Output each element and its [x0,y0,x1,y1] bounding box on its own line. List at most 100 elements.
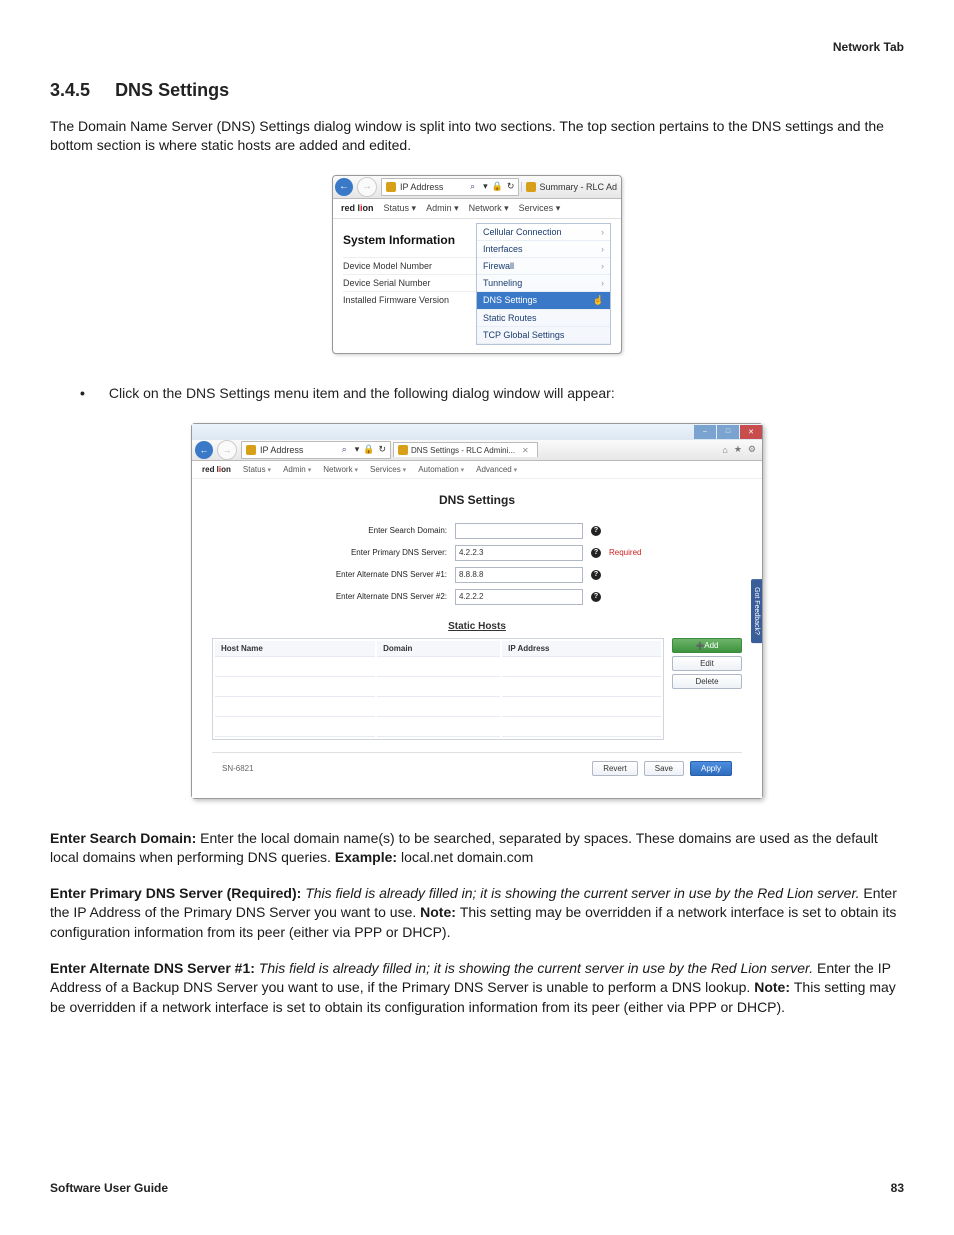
home-icon[interactable]: ⌂ [722,445,727,455]
alt-dns1-label: Enter Alternate DNS Server #1: [307,570,447,579]
header-breadcrumb: Network Tab [833,40,904,54]
help-icon[interactable]: ? [591,570,601,580]
favorite-icon[interactable]: ★ [734,444,742,455]
address-input[interactable]: IP Address ⌕ ▾ 🔒 ↻ [241,441,391,459]
lock-icon: 🔒 [363,444,374,455]
browser-address-bar: ← → IP Address ⌕ ▾ 🔒 ↻ Summary - RLC Ad [333,176,621,199]
alt-dns2-label: Enter Alternate DNS Server #2: [307,592,447,601]
para-search-domain: Enter Search Domain: Enter the local dom… [50,829,904,868]
table-row[interactable] [215,679,661,697]
network-dropdown-menu: Cellular Connection Interfaces Firewall … [476,223,611,345]
system-information-title: System Information [343,233,476,247]
alt-dns1-input[interactable]: 8.8.8.8 [455,567,583,583]
col-domain[interactable]: Domain [377,641,500,657]
dropdown-icon[interactable]: ▾ [483,181,488,192]
screenshot-network-menu: ← → IP Address ⌕ ▾ 🔒 ↻ Summary - RLC Ad … [332,175,622,354]
close-tab-icon[interactable]: ✕ [522,446,529,455]
para-primary-dns: Enter Primary DNS Server (Required): Thi… [50,884,904,943]
window-titlebar: – □ ✕ [192,424,762,440]
window-maximize-button[interactable]: □ [717,425,739,439]
tab-title: DNS Settings - RLC Admini... [411,446,515,455]
menu-automation[interactable]: Automation [418,465,464,474]
label: Note: [420,904,460,920]
help-icon[interactable]: ? [591,526,601,536]
revert-button[interactable]: Revert [592,761,638,776]
cursor-icon: ☝ [593,295,604,306]
search-domain-input[interactable] [455,523,583,539]
device-serial-row: Device Serial Number [343,274,476,291]
menu-network[interactable]: Network [323,465,358,474]
bullet-dot: • [80,384,85,403]
back-button[interactable]: ← [195,441,213,459]
browser-tab-summary[interactable]: Summary - RLC Ad [521,182,621,192]
menu-status[interactable]: Status [243,465,271,474]
primary-dns-input[interactable]: 4.2.2.3 [455,545,583,561]
label: Enter Alternate DNS Server #1: [50,960,259,976]
search-icon[interactable]: ⌕ [342,444,351,455]
logo-redlion: red lion [202,465,231,474]
footer-left: Software User Guide [50,1181,168,1195]
dd-dns-settings-label: DNS Settings [483,295,537,306]
delete-button[interactable]: Delete [672,674,742,689]
menu-status[interactable]: Status [384,203,417,214]
dd-static-routes[interactable]: Static Routes [477,310,610,327]
search-icon[interactable]: ⌕ [470,181,479,192]
firmware-version-row: Installed Firmware Version [343,291,476,308]
col-ip-address[interactable]: IP Address [502,641,661,657]
lock-icon: 🔒 [492,181,503,192]
alt-dns2-input[interactable]: 4.2.2.2 [455,589,583,605]
dd-tcp-global-settings[interactable]: TCP Global Settings [477,327,610,344]
model-label: SN-6821 [222,764,254,773]
apply-button[interactable]: Apply [690,761,732,776]
help-icon[interactable]: ? [591,548,601,558]
text: local.net domain.com [401,849,533,865]
forward-button[interactable]: → [217,440,237,460]
forward-button[interactable]: → [357,177,377,197]
intro-paragraph: The Domain Name Server (DNS) Settings di… [50,117,904,155]
app-menubar: red lion Status Admin Network Services [333,199,621,219]
section-number: 3.4.5 [50,80,90,100]
feedback-tab[interactable]: Got Feedback? [751,579,762,643]
menu-services[interactable]: Services [370,465,406,474]
table-row[interactable] [215,699,661,717]
window-close-button[interactable]: ✕ [740,425,762,439]
dd-dns-settings[interactable]: DNS Settings ☝ [477,292,610,310]
table-row[interactable] [215,719,661,737]
refresh-icon[interactable]: ↻ [378,444,386,455]
footer-page-number: 83 [891,1181,904,1195]
dd-cellular-connection[interactable]: Cellular Connection [477,224,610,241]
label: Note: [754,979,794,995]
menu-advanced[interactable]: Advanced [476,465,517,474]
section-title: DNS Settings [115,80,229,100]
window-minimize-button[interactable]: – [694,425,716,439]
add-button[interactable]: Add [672,638,742,653]
dd-tunneling[interactable]: Tunneling [477,275,610,292]
site-icon [526,182,536,192]
browser-tab-dns-settings[interactable]: DNS Settings - RLC Admini... ✕ [393,442,538,457]
back-button[interactable]: ← [335,178,353,196]
refresh-icon[interactable]: ↻ [507,181,515,192]
address-input[interactable]: IP Address ⌕ ▾ 🔒 ↻ [381,178,519,196]
save-button[interactable]: Save [644,761,684,776]
help-icon[interactable]: ? [591,592,601,602]
col-host-name[interactable]: Host Name [215,641,375,657]
logo-redlion: red lion [341,203,374,213]
menu-admin[interactable]: Admin [426,203,459,214]
edit-button[interactable]: Edit [672,656,742,671]
menu-network[interactable]: Network [469,203,509,214]
gear-icon[interactable]: ⚙ [748,444,756,455]
menu-admin[interactable]: Admin [283,465,311,474]
dd-interfaces[interactable]: Interfaces [477,241,610,258]
address-text: IP Address [400,182,443,192]
dropdown-icon[interactable]: ▾ [355,444,360,455]
label: Enter Primary DNS Server (Required): [50,885,305,901]
table-row[interactable] [215,659,661,677]
app-menubar: red lion Status Admin Network Services A… [192,461,762,479]
menu-services[interactable]: Services [519,203,561,214]
bullet-text: Click on the DNS Settings menu item and … [109,384,615,403]
system-info-panel: System Information Device Model Number D… [343,219,476,345]
static-hosts-table: Host Name Domain IP Address [212,638,664,740]
label: Example: [335,849,401,865]
bullet-instruction: • Click on the DNS Settings menu item an… [80,384,904,403]
dd-firewall[interactable]: Firewall [477,258,610,275]
